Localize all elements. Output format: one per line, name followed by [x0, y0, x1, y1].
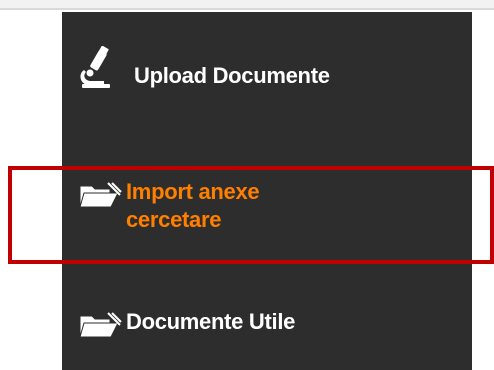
sidebar-item-documente-utile[interactable]: Documente Utile: [62, 304, 472, 344]
sidebar-item-upload-documente[interactable]: Upload Documente: [62, 46, 472, 100]
folder-open-icon: [78, 310, 122, 340]
microscope-icon: [74, 46, 118, 90]
sidebar-item-label: Import anexe cercetare: [126, 179, 260, 232]
top-bar: [0, 0, 494, 10]
sidebar-item-label: Documente Utile: [126, 309, 296, 334]
sidebar-menu: Upload Documente Import anexe cercetare: [62, 12, 472, 370]
sidebar-item-import-anexe-cercetare[interactable]: Import anexe cercetare: [62, 178, 472, 254]
sidebar-item-label: Upload Documente: [134, 63, 330, 88]
folder-open-icon: [78, 180, 122, 210]
